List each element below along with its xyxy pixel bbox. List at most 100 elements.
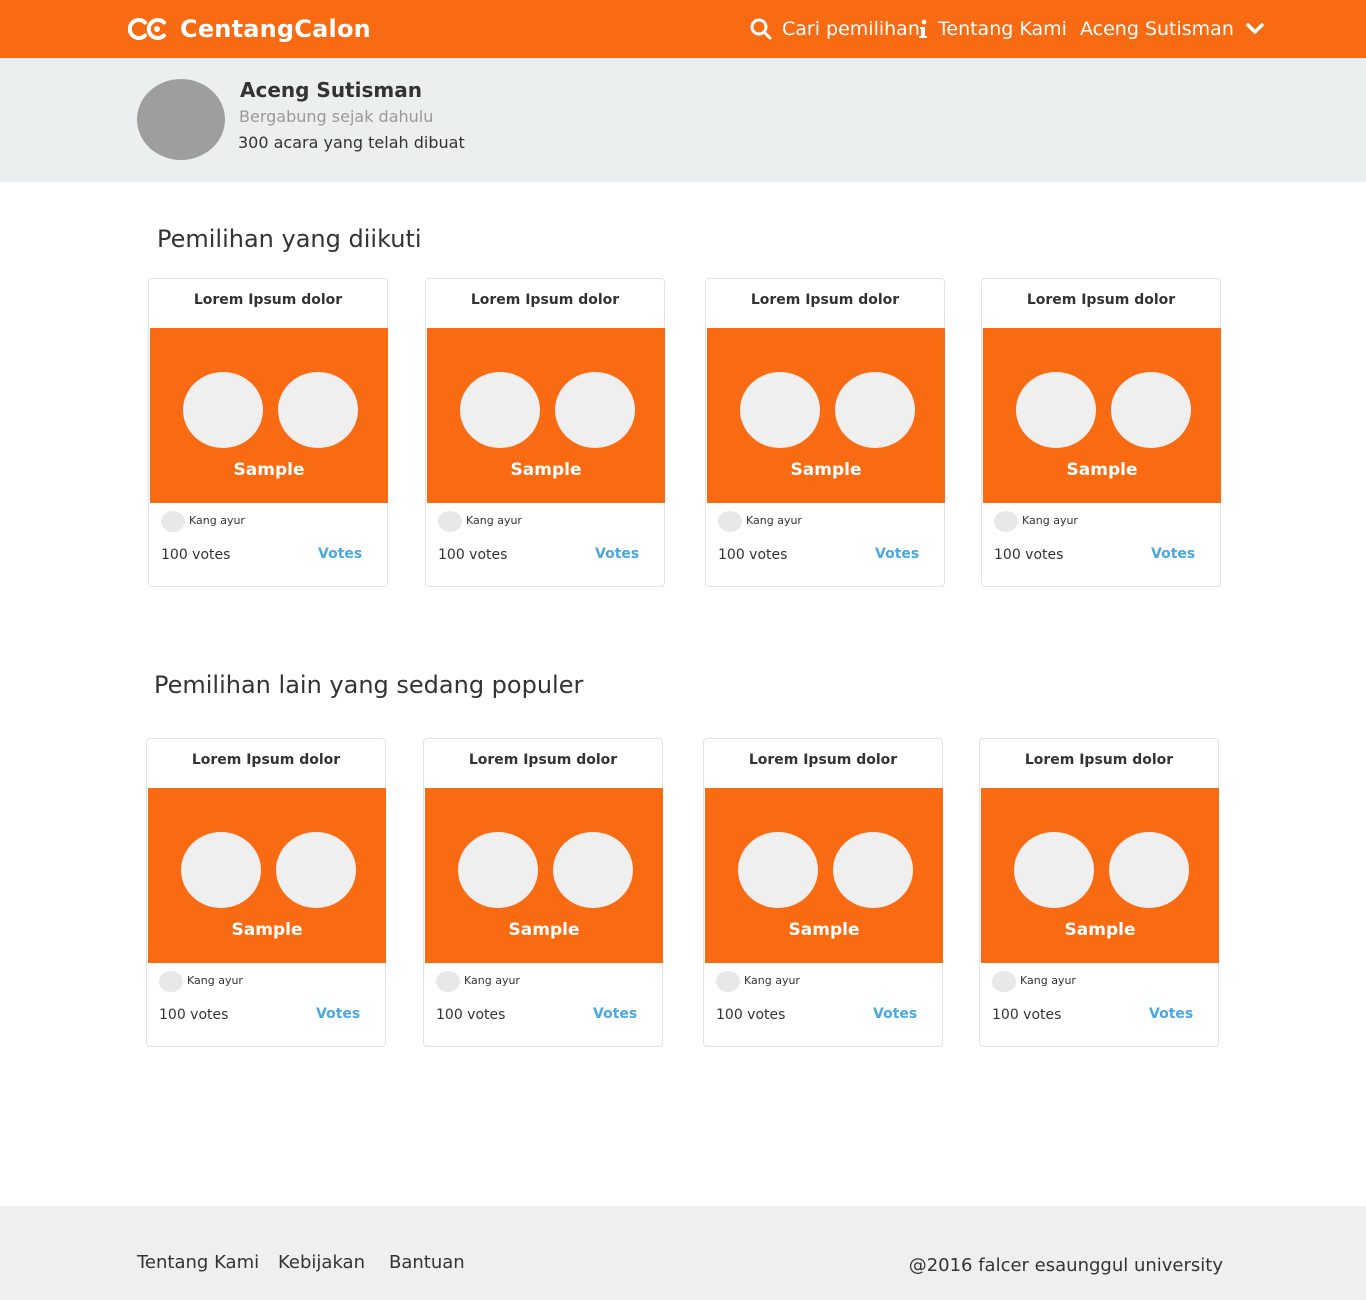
- card-image: Sample: [425, 788, 663, 963]
- chevron-down-icon: [1246, 23, 1264, 35]
- author-avatar: [992, 971, 1016, 992]
- profile-name: Aceng Sutisman: [240, 78, 422, 102]
- candidate-photo: [181, 832, 261, 908]
- candidate-photo: [183, 372, 263, 448]
- copyright-text: @2016 falcer esaunggul university: [908, 1255, 1223, 1276]
- card-image: Sample: [707, 328, 945, 503]
- candidate-photo: [1111, 372, 1191, 448]
- votes-link[interactable]: Votes: [595, 546, 639, 562]
- profile-join-date: Bergabung sejak dahulu: [239, 107, 434, 126]
- election-card[interactable]: Lorem Ipsum dolor Sample Kang ayur 100 v…: [148, 278, 388, 587]
- author-name: Kang ayur: [466, 514, 522, 527]
- candidate-photo: [553, 832, 633, 908]
- card-title: Lorem Ipsum dolor: [750, 292, 900, 308]
- card-image: Sample: [427, 328, 665, 503]
- candidate-photo: [1109, 832, 1189, 908]
- candidate-photo: [555, 372, 635, 448]
- nav-about-label: Tentang Kami: [938, 18, 1067, 40]
- vote-count: 100 votes: [159, 1007, 229, 1023]
- card-image: Sample: [705, 788, 943, 963]
- brand-link[interactable]: CentangCalon: [127, 12, 371, 46]
- card-image-label: Sample: [233, 460, 305, 480]
- author-avatar: [159, 971, 183, 992]
- votes-link[interactable]: Votes: [1151, 546, 1195, 562]
- card-image-label: Sample: [508, 920, 580, 940]
- author-avatar: [436, 971, 460, 992]
- nav-search-label: Cari pemilihan: [782, 18, 920, 40]
- author-avatar: [718, 511, 742, 532]
- author-name: Kang ayur: [1020, 974, 1076, 987]
- card-image-label: Sample: [1066, 460, 1138, 480]
- vote-count: 100 votes: [994, 547, 1064, 563]
- card-image: Sample: [150, 328, 388, 503]
- card-title: Lorem Ipsum dolor: [193, 292, 343, 308]
- candidate-photo: [278, 372, 358, 448]
- card-title: Lorem Ipsum dolor: [748, 752, 898, 768]
- card-image-label: Sample: [788, 920, 860, 940]
- election-card[interactable]: Lorem Ipsum dolor Sample Kang ayur 100 v…: [981, 278, 1221, 587]
- card-image-label: Sample: [790, 460, 862, 480]
- card-title: Lorem Ipsum dolor: [470, 292, 620, 308]
- author-name: Kang ayur: [189, 514, 245, 527]
- candidate-photo: [738, 832, 818, 908]
- votes-link[interactable]: Votes: [593, 1006, 637, 1022]
- cc-logo-icon: [127, 16, 168, 42]
- election-card[interactable]: Lorem Ipsum dolor Sample Kang ayur 100 v…: [146, 738, 386, 1047]
- user-menu[interactable]: Aceng Sutisman: [1080, 14, 1264, 44]
- vote-count: 100 votes: [718, 547, 788, 563]
- vote-count: 100 votes: [161, 547, 231, 563]
- brand-name: CentangCalon: [180, 15, 371, 43]
- profile-events-count: 300 acara yang telah dibuat: [238, 133, 465, 152]
- candidate-photo: [1014, 832, 1094, 908]
- card-image-label: Sample: [510, 460, 582, 480]
- election-card[interactable]: Lorem Ipsum dolor Sample Kang ayur 100 v…: [425, 278, 665, 587]
- election-card[interactable]: Lorem Ipsum dolor Sample Kang ayur 100 v…: [703, 738, 943, 1047]
- section-title-followed: Pemilihan yang diikuti: [157, 225, 422, 253]
- info-icon: [918, 19, 928, 39]
- votes-link[interactable]: Votes: [875, 546, 919, 562]
- candidate-photo: [276, 832, 356, 908]
- votes-link[interactable]: Votes: [318, 546, 362, 562]
- card-title: Lorem Ipsum dolor: [1026, 292, 1176, 308]
- votes-link[interactable]: Votes: [1149, 1006, 1193, 1022]
- vote-count: 100 votes: [436, 1007, 506, 1023]
- candidate-photo: [1016, 372, 1096, 448]
- card-row-followed: Lorem Ipsum dolor Sample Kang ayur 100 v…: [148, 278, 1248, 588]
- author-avatar: [994, 511, 1018, 532]
- card-row-popular: Lorem Ipsum dolor Sample Kang ayur 100 v…: [146, 738, 1246, 1048]
- footer-link-about[interactable]: Tentang Kami: [137, 1252, 259, 1273]
- nav-about[interactable]: Tentang Kami: [918, 14, 1067, 44]
- author-name: Kang ayur: [744, 974, 800, 987]
- user-menu-label: Aceng Sutisman: [1080, 18, 1234, 40]
- election-card[interactable]: Lorem Ipsum dolor Sample Kang ayur 100 v…: [423, 738, 663, 1047]
- author-avatar: [438, 511, 462, 532]
- card-title: Lorem Ipsum dolor: [468, 752, 618, 768]
- section-title-popular: Pemilihan lain yang sedang populer: [154, 671, 584, 699]
- votes-link[interactable]: Votes: [873, 1006, 917, 1022]
- author-name: Kang ayur: [1022, 514, 1078, 527]
- card-image: Sample: [983, 328, 1221, 503]
- footer: Tentang Kami Kebijakan Bantuan @2016 fal…: [0, 1206, 1366, 1300]
- footer-link-help[interactable]: Bantuan: [389, 1252, 465, 1273]
- navbar: CentangCalon Cari pemilihan Tentang Kami…: [0, 0, 1366, 58]
- author-name: Kang ayur: [187, 974, 243, 987]
- card-title: Lorem Ipsum dolor: [1024, 752, 1174, 768]
- nav-search[interactable]: Cari pemilihan: [750, 14, 920, 44]
- search-icon: [750, 18, 772, 40]
- card-title: Lorem Ipsum dolor: [191, 752, 341, 768]
- card-image-label: Sample: [231, 920, 303, 940]
- vote-count: 100 votes: [992, 1007, 1062, 1023]
- candidate-photo: [460, 372, 540, 448]
- author-avatar: [716, 971, 740, 992]
- profile-banner: Aceng Sutisman Bergabung sejak dahulu 30…: [0, 58, 1366, 182]
- card-image: Sample: [148, 788, 386, 963]
- author-name: Kang ayur: [464, 974, 520, 987]
- footer-link-policy[interactable]: Kebijakan: [278, 1252, 365, 1273]
- votes-link[interactable]: Votes: [316, 1006, 360, 1022]
- election-card[interactable]: Lorem Ipsum dolor Sample Kang ayur 100 v…: [705, 278, 945, 587]
- election-card[interactable]: Lorem Ipsum dolor Sample Kang ayur 100 v…: [979, 738, 1219, 1047]
- candidate-photo: [740, 372, 820, 448]
- vote-count: 100 votes: [438, 547, 508, 563]
- candidate-photo: [835, 372, 915, 448]
- vote-count: 100 votes: [716, 1007, 786, 1023]
